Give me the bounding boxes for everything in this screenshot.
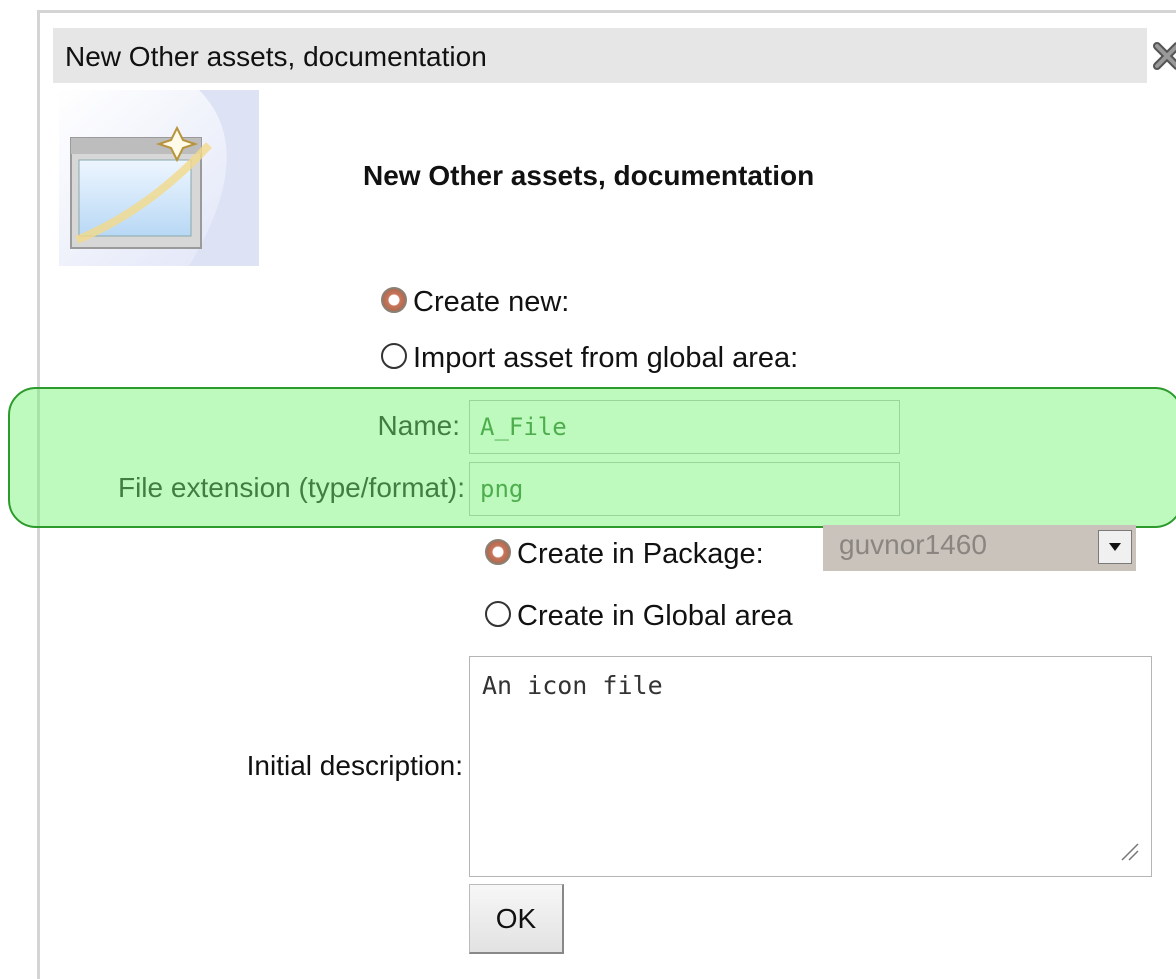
name-label: Name: (377, 410, 460, 441)
close-icon[interactable] (1149, 38, 1176, 74)
dialog-titlebar[interactable]: New Other assets, documentation (53, 28, 1176, 83)
create-new-option[interactable]: Create new: (381, 286, 569, 319)
package-select[interactable]: guvnor1460 (823, 525, 1136, 571)
new-window-wizard-icon (59, 90, 259, 266)
create-in-global-label: Create in Global area (517, 600, 793, 632)
create-in-package-label: Create in Package: (517, 538, 764, 570)
create-in-package-option[interactable]: Create in Package: (485, 538, 764, 571)
name-input[interactable] (469, 400, 900, 454)
dialog-heading: New Other assets, documentation (363, 160, 815, 191)
package-select-value: guvnor1460 (839, 529, 987, 560)
file-extension-input[interactable] (469, 462, 900, 516)
resize-grip-icon[interactable] (1118, 840, 1140, 862)
create-in-global-radio[interactable] (485, 600, 511, 627)
import-global-radio[interactable] (381, 342, 407, 369)
description-label: Initial description: (246, 750, 463, 781)
create-new-label: Create new: (413, 286, 570, 318)
description-textarea[interactable]: An icon file (469, 656, 1152, 877)
create-new-radio[interactable] (381, 286, 407, 313)
dialog-title: New Other assets, documentation (65, 41, 487, 72)
create-in-global-option[interactable]: Create in Global area (485, 600, 793, 633)
import-global-option[interactable]: Import asset from global area: (381, 342, 798, 375)
file-extension-label: File extension (type/format): (117, 472, 465, 503)
create-in-package-radio[interactable] (485, 538, 511, 565)
ok-button[interactable]: OK (469, 884, 564, 954)
chevron-down-icon[interactable] (1098, 530, 1132, 564)
import-global-label: Import asset from global area: (413, 342, 799, 374)
